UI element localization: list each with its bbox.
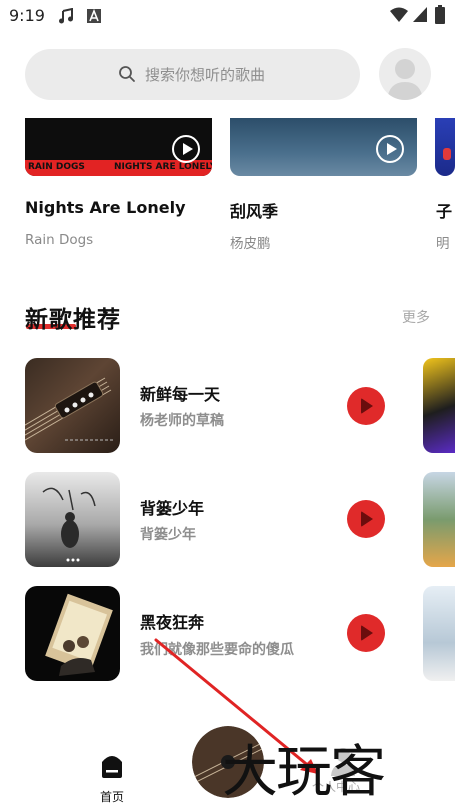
profile-icon[interactable] <box>330 746 356 776</box>
home-icon <box>102 756 122 778</box>
nav-home[interactable]: 首页 <box>90 748 134 804</box>
nav-profile-label[interactable]: 个人中心 <box>312 778 360 795</box>
now-playing-cover-icon <box>192 726 264 798</box>
nav-home-label: 首页 <box>99 790 124 804</box>
bottom-nav: 首页 个人中心 <box>0 726 455 808</box>
now-playing-disc[interactable] <box>192 726 264 798</box>
annotation-arrow-icon <box>154 638 318 774</box>
